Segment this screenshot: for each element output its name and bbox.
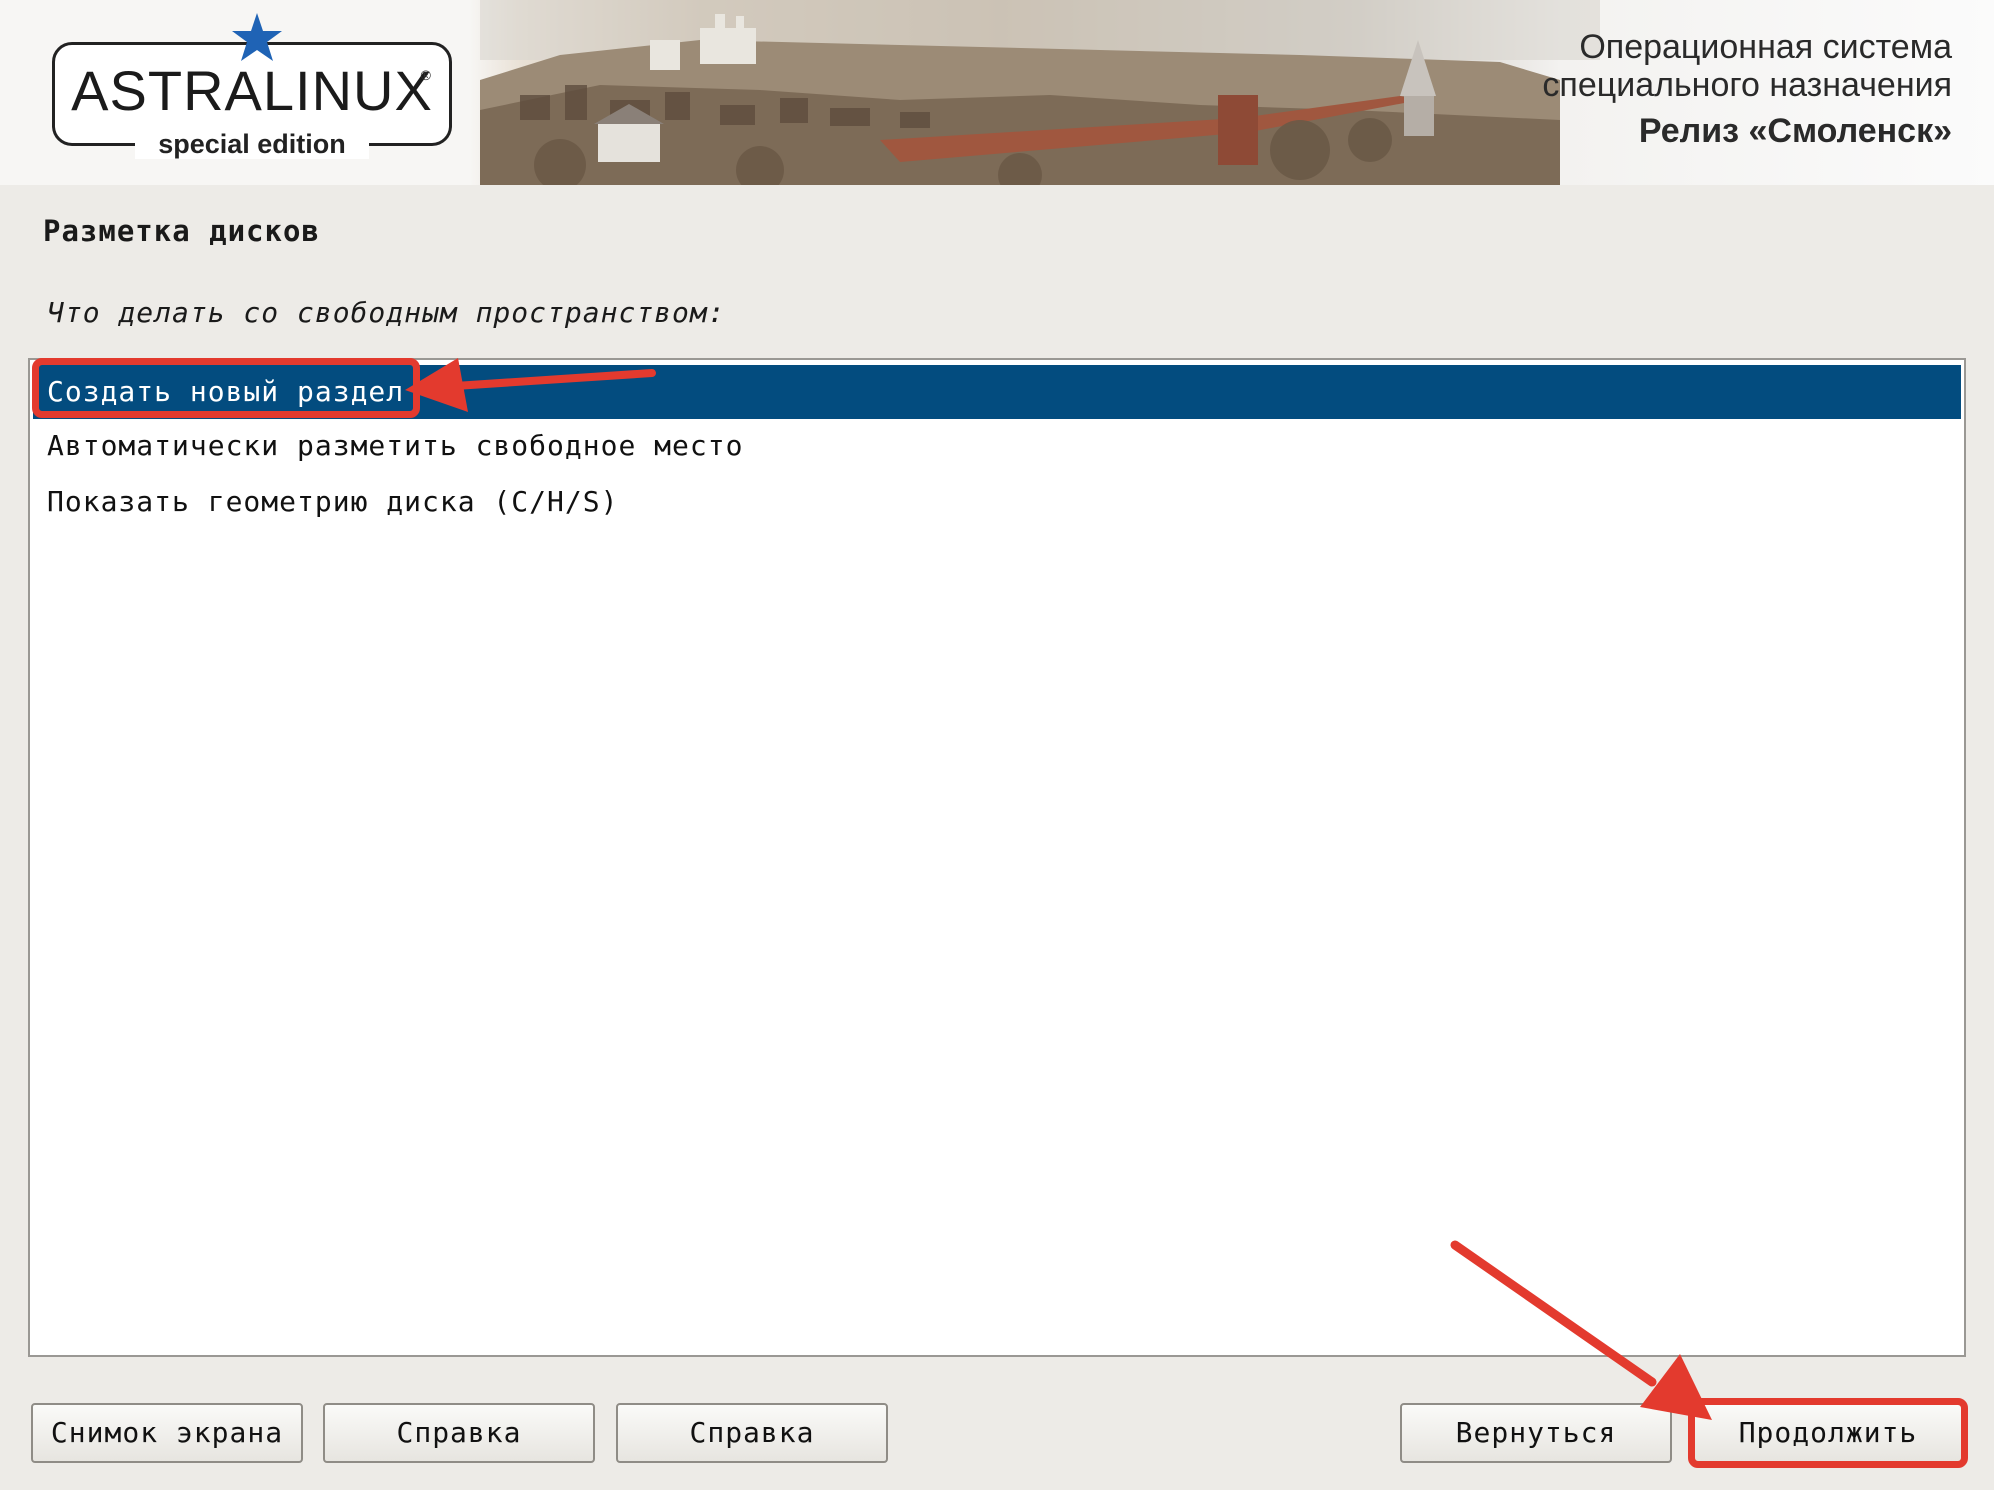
os-release: Релиз «Смоленск»	[1638, 112, 1952, 150]
os-title-line2: специального назначения	[1542, 66, 1952, 104]
help-button-2[interactable]: Справка	[616, 1403, 888, 1463]
header-banner: ASTRALINUX ® special edition Операционна…	[0, 0, 1994, 185]
registered-mark: ®	[420, 67, 431, 83]
list-item-show-geometry[interactable]: Показать геометрию диска (C/H/S)	[33, 475, 1961, 529]
continue-button[interactable]: Продолжить	[1692, 1403, 1964, 1463]
logo-brand-text: ASTRALINUX	[71, 59, 433, 122]
help-button[interactable]: Справка	[323, 1403, 595, 1463]
page-title: Разметка дисков	[43, 214, 320, 248]
back-button[interactable]: Вернуться	[1400, 1403, 1672, 1463]
os-title-line1: Операционная система	[1579, 28, 1952, 66]
question-label: Что делать со свободным пространством:	[47, 296, 726, 329]
star-icon	[232, 13, 282, 61]
os-title: Операционная система специального назнач…	[1542, 28, 1952, 104]
list-item-auto-partition[interactable]: Автоматически разметить свободное место	[33, 419, 1961, 473]
logo-edition-text: special edition	[135, 129, 369, 159]
options-listbox[interactable]: Создать новый раздел Автоматически разме…	[28, 358, 1966, 1357]
screenshot-button[interactable]: Снимок экрана	[31, 1403, 303, 1463]
list-item-create-partition[interactable]: Создать новый раздел	[33, 365, 1961, 419]
astralinux-logo: ASTRALINUX ® special edition	[52, 13, 452, 159]
